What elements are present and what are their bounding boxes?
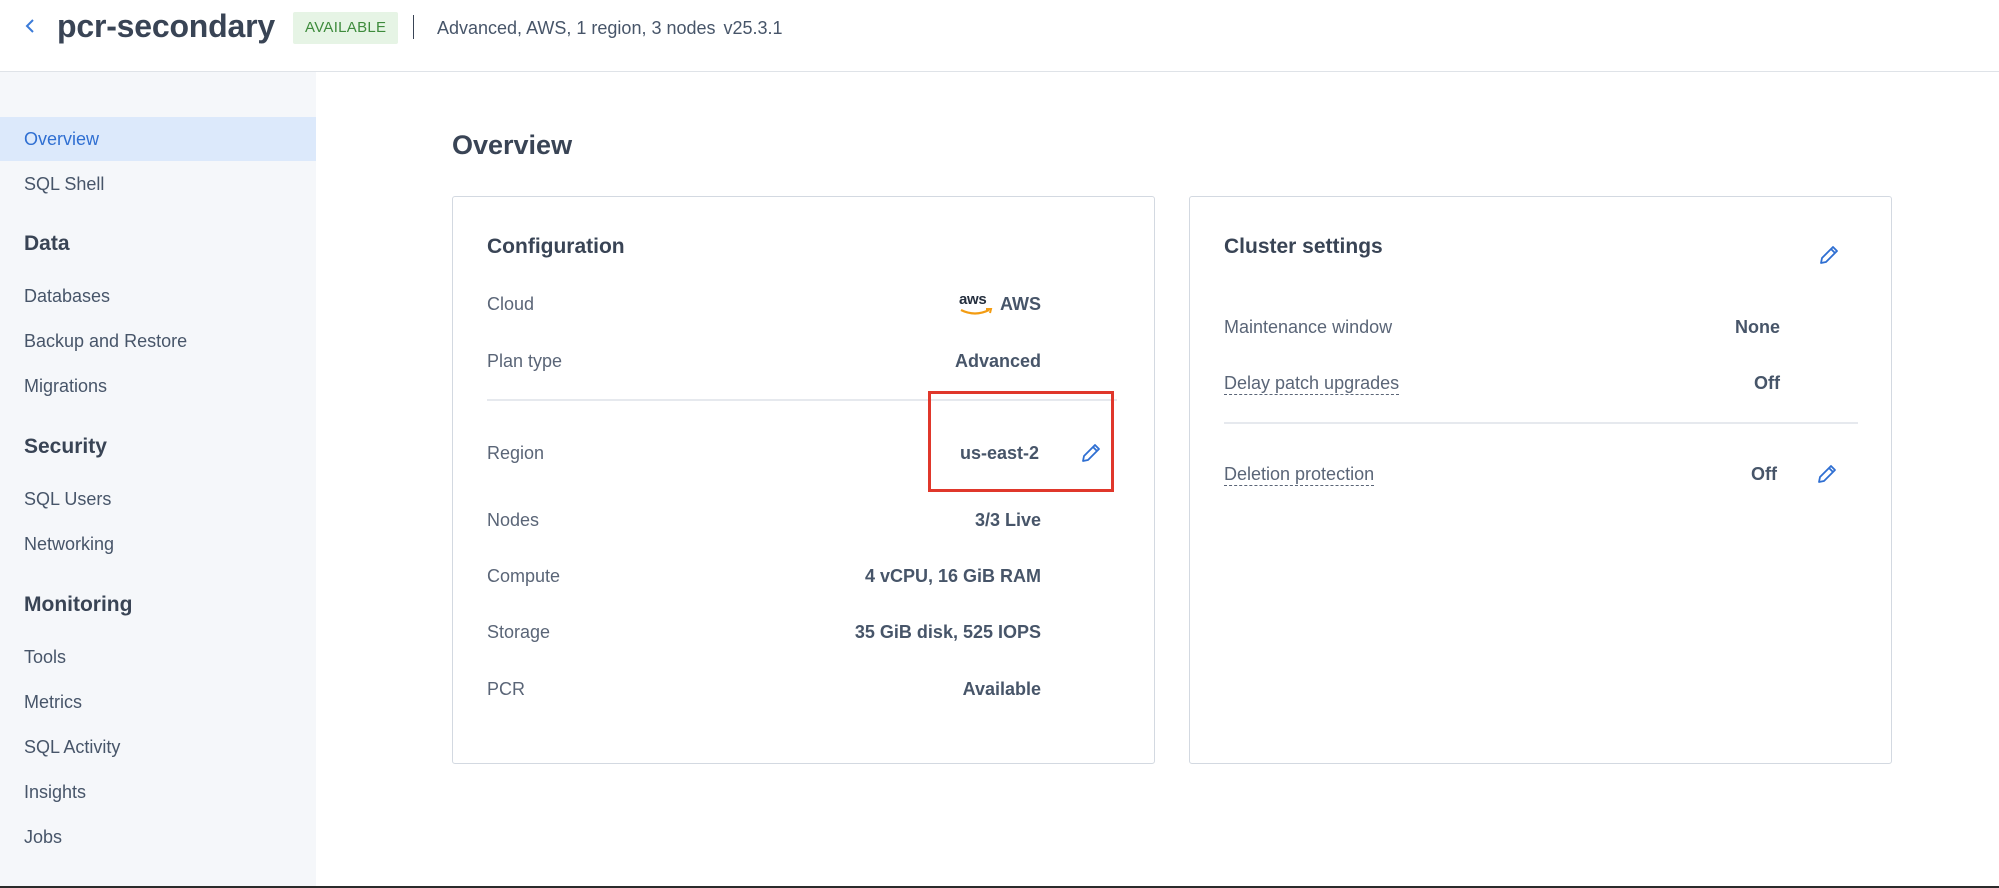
delay-patch-upgrades-label[interactable]: Delay patch upgrades xyxy=(1224,371,1400,395)
sidebar-item-overview[interactable]: Overview xyxy=(0,117,316,161)
cluster-settings-card: Cluster settings Maintenance window None… xyxy=(1189,196,1892,764)
back-button[interactable] xyxy=(24,14,40,38)
deletion-protection-value: Off xyxy=(1751,464,1777,484)
maintenance-window-value: None xyxy=(1735,317,1780,337)
cluster-summary: Advanced, AWS, 1 region, 3 nodes xyxy=(437,18,716,38)
pencil-icon xyxy=(1820,246,1838,264)
deletion-protection-text[interactable]: Deletion protection xyxy=(1224,464,1375,486)
aws-logo-text: aws xyxy=(959,291,987,308)
sidebar-section-data: Data xyxy=(24,232,70,255)
edit-deletion-protection-button[interactable] xyxy=(1815,462,1839,486)
settings-divider xyxy=(1224,422,1858,424)
sidebar-item-backup-and-restore[interactable]: Backup and Restore xyxy=(0,319,316,363)
sidebar-item-tools[interactable]: Tools xyxy=(0,635,316,679)
cluster-name: pcr-secondary xyxy=(57,8,275,44)
deletion-protection-label[interactable]: Deletion protection xyxy=(1224,462,1375,486)
cluster-meta: Advanced, AWS, 1 region, 3 nodes v25.3.1 xyxy=(437,16,783,40)
pcr-label: PCR xyxy=(487,679,526,699)
sidebar-item-metrics[interactable]: Metrics xyxy=(0,680,316,724)
region-value: us-east-2 xyxy=(959,443,1039,463)
sidebar-item-sql-users[interactable]: SQL Users xyxy=(0,477,316,521)
delay-patch-upgrades-value: Off xyxy=(1754,373,1780,393)
plan-type-label: Plan type xyxy=(487,351,563,371)
sidebar: Overview SQL Shell Data Databases Backup… xyxy=(0,72,316,888)
maintenance-window-label: Maintenance window xyxy=(1224,317,1393,337)
compute-label: Compute xyxy=(487,566,561,586)
nodes-value: 3/3 Live xyxy=(974,510,1041,530)
sidebar-item-sql-activity[interactable]: SQL Activity xyxy=(0,725,316,769)
cloud-value: AWS xyxy=(999,294,1041,314)
header-divider xyxy=(413,15,414,39)
cluster-settings-title: Cluster settings xyxy=(1224,235,1383,258)
status-badge: AVAILABLE xyxy=(293,12,399,44)
configuration-card: Configuration Cloud aws AWS Plan type Ad… xyxy=(452,196,1155,764)
delay-patch-upgrades-text[interactable]: Delay patch upgrades xyxy=(1224,373,1400,395)
pencil-icon xyxy=(1818,465,1836,483)
chevron-left-icon xyxy=(25,19,34,33)
sidebar-section-security: Security xyxy=(24,435,107,458)
configuration-title: Configuration xyxy=(487,235,625,258)
storage-label: Storage xyxy=(487,622,551,642)
sidebar-item-databases[interactable]: Databases xyxy=(0,274,316,318)
sidebar-item-insights[interactable]: Insights xyxy=(0,770,316,814)
cloud-label: Cloud xyxy=(487,294,535,314)
storage-value: 35 GiB disk, 525 IOPS xyxy=(854,622,1041,642)
plan-type-value: Advanced xyxy=(954,351,1041,371)
sidebar-item-migrations[interactable]: Migrations xyxy=(0,364,316,408)
sidebar-item-jobs[interactable]: Jobs xyxy=(0,815,316,859)
sidebar-item-networking[interactable]: Networking xyxy=(0,522,316,566)
sidebar-item-sql-shell[interactable]: SQL Shell xyxy=(0,162,316,206)
region-label: Region xyxy=(487,443,545,463)
pencil-icon xyxy=(1082,444,1100,462)
edit-cluster-settings-button[interactable] xyxy=(1817,243,1841,267)
pcr-value: Available xyxy=(962,679,1041,699)
compute-value: 4 vCPU, 16 GiB RAM xyxy=(864,566,1041,586)
sidebar-section-monitoring: Monitoring xyxy=(24,593,133,616)
page-title: Overview xyxy=(452,130,573,160)
top-header: pcr-secondary AVAILABLE Advanced, AWS, 1… xyxy=(0,0,1999,72)
edit-region-button[interactable] xyxy=(1079,441,1103,465)
aws-logo-icon: aws xyxy=(959,291,995,319)
cluster-version: v25.3.1 xyxy=(723,18,783,38)
nodes-label: Nodes xyxy=(487,510,540,530)
